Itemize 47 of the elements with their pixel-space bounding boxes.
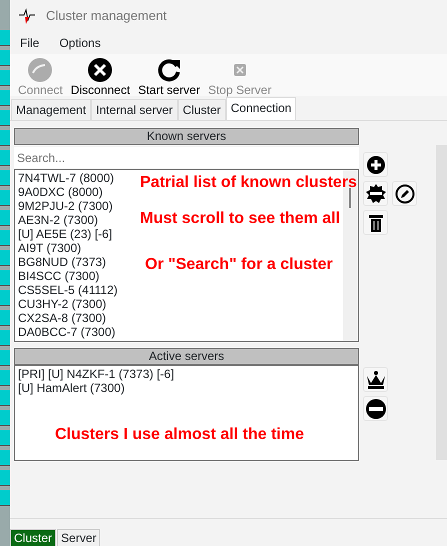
- annotation-text: Patrial list of known clusters: [140, 174, 357, 192]
- add-icon: [366, 156, 384, 174]
- crown-button[interactable]: [363, 367, 388, 392]
- menu-item[interactable]: File: [20, 34, 40, 52]
- disconnect-button[interactable]: Disconnect: [70, 57, 130, 96]
- edit-icon: [394, 184, 414, 204]
- list-item[interactable]: AI9T (7300): [18, 241, 82, 255]
- delete-icon: [368, 214, 384, 232]
- app-logo-icon: [18, 7, 36, 25]
- crown-icon: [366, 370, 386, 388]
- edit-button[interactable]: [392, 181, 417, 206]
- list-item[interactable]: 9A0DXC (8000): [18, 185, 103, 199]
- refresh-icon: [156, 57, 182, 83]
- delete-button[interactable]: [363, 210, 388, 235]
- tab[interactable]: Connection: [226, 97, 296, 120]
- search-field[interactable]: Search...: [14, 147, 359, 168]
- tab[interactable]: Server: [57, 529, 100, 546]
- tab[interactable]: Internal server: [91, 99, 178, 120]
- remove-icon: [366, 398, 386, 418]
- remove-button[interactable]: [363, 396, 388, 421]
- annotation-text: Or "Search" for a cluster: [145, 256, 333, 274]
- annotation-text: Clusters I use almost all the time: [55, 426, 304, 444]
- start-server-button[interactable]: Start server: [138, 57, 200, 96]
- list-item[interactable]: [U] AE5E (23) [-6]: [18, 227, 112, 241]
- list-item[interactable]: BG8NUD (7373): [18, 255, 106, 269]
- list-item[interactable]: 7N4TWL-7 (8000): [18, 171, 114, 185]
- new-button[interactable]: [363, 181, 388, 206]
- annotation-text: Must scroll to see them all: [140, 210, 340, 228]
- list-item[interactable]: CS5SEL-5 (41112): [18, 283, 118, 297]
- window-title: Cluster management: [46, 7, 167, 26]
- tab[interactable]: Cluster: [10, 529, 56, 546]
- list-item[interactable]: CX2SA-8 (7300): [18, 311, 106, 325]
- list-item[interactable]: [PRI] [U] N4ZKF-1 (7373) [-6]: [18, 367, 174, 381]
- menu-item[interactable]: Options: [59, 34, 101, 52]
- section-header: Active servers: [14, 348, 359, 365]
- list-item[interactable]: AE3N-2 (7300): [18, 213, 98, 227]
- list-item[interactable]: 9M2PJU-2 (7300): [18, 199, 113, 213]
- tab[interactable]: Management: [11, 99, 92, 120]
- list-item[interactable]: [U] HamAlert (7300): [18, 381, 125, 395]
- list-item[interactable]: BI4SCC (7300): [18, 269, 100, 283]
- close-icon: [87, 57, 114, 83]
- scrollbar-thumb: [349, 188, 351, 208]
- list-item[interactable]: CU3HY-2 (7300): [18, 297, 106, 311]
- tab[interactable]: Cluster: [178, 99, 226, 120]
- add-button[interactable]: [363, 152, 388, 177]
- section-header: Known servers: [14, 128, 359, 145]
- list-item[interactable]: DA0BCC-7 (7300): [18, 325, 116, 339]
